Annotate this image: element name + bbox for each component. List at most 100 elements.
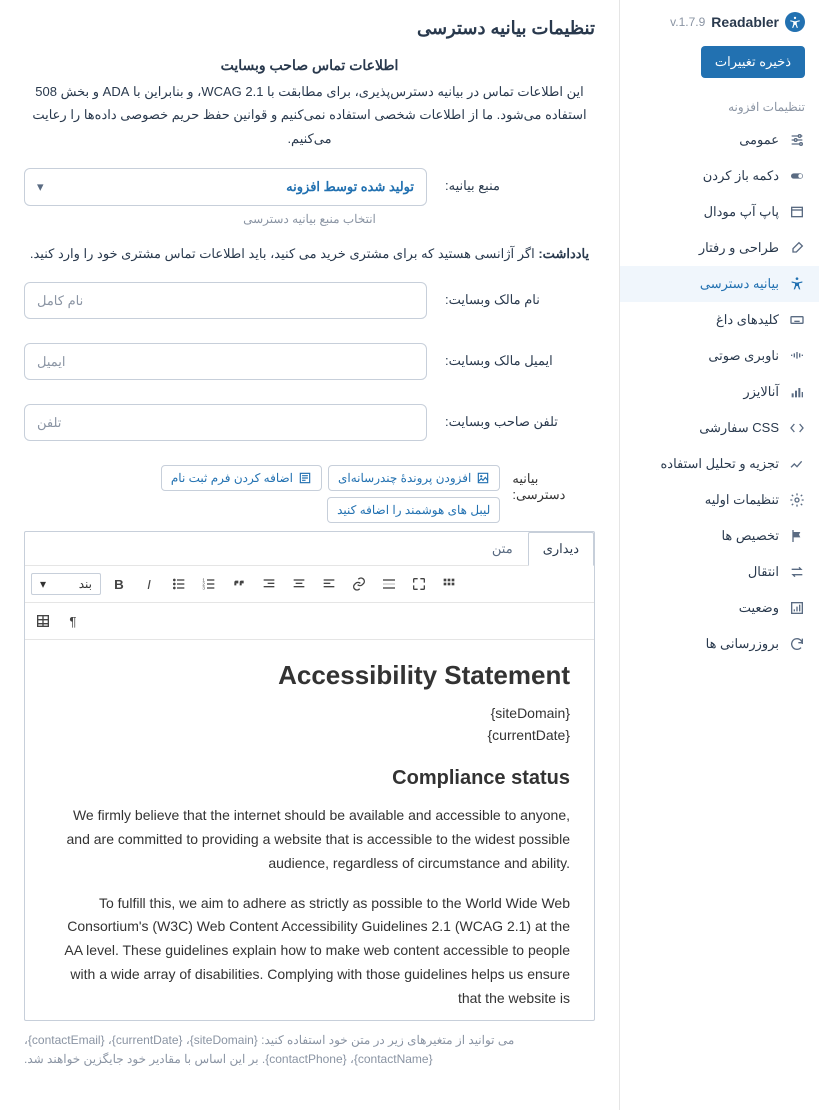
sidebar-item-label: بیانیه دسترسی (700, 276, 779, 292)
svg-text:3: 3 (202, 586, 205, 591)
sidebar-item-label: پاپ آپ مودال (704, 204, 779, 220)
sidebar-item-label: طراحی و رفتار (699, 240, 779, 256)
tab-visual[interactable]: دیداری (528, 532, 594, 566)
sidebar-item-label: دکمه باز کردن (703, 168, 779, 184)
statement-placeholder-domain: {siteDomain} (49, 705, 570, 721)
sidebar-item-label: آنالایزر (743, 384, 779, 400)
editor-body[interactable]: Accessibility Statement {siteDomain} {cu… (25, 640, 594, 1020)
intro-text: این اطلاعات تماس در بیانیه دسترس‌پذیری، … (24, 80, 595, 150)
add-labels-button[interactable]: لیبل های هوشمند را اضافه کنید (327, 497, 500, 523)
window-icon (789, 204, 805, 220)
chevron-down-icon: ▾ (40, 577, 46, 591)
align-right-button[interactable] (257, 572, 281, 596)
contact-heading: اطلاعات تماس صاحب وبسایت (24, 57, 595, 74)
chart-icon (789, 384, 805, 400)
statement-p2: To fulfill this, we aim to adhere as str… (49, 892, 570, 1011)
source-label: منبع بیانیه: (445, 168, 595, 194)
accessibility-badge-icon (785, 12, 805, 32)
sidebar-item-14[interactable]: بروزرسانی ها (620, 626, 819, 662)
owner-email-input[interactable] (24, 343, 427, 380)
editor-toolbar-2: ¶ (25, 603, 594, 640)
trend-icon (789, 456, 805, 472)
bold-button[interactable]: B (107, 572, 131, 596)
sidebar-item-4[interactable]: بیانیه دسترسی (620, 266, 819, 302)
sidebar-item-label: CSS سفارشی (699, 420, 779, 436)
italic-button[interactable]: I (137, 572, 161, 596)
owner-phone-input[interactable] (24, 404, 427, 441)
sidebar: Readabler v.1.7.9 ذخیره تغییرات تنظیمات … (619, 0, 819, 1110)
sidebar-item-10[interactable]: تنظیمات اولیه (620, 482, 819, 518)
owner-name-input[interactable] (24, 282, 427, 319)
sidebar-item-0[interactable]: عمومی (620, 122, 819, 158)
sidebar-section-title: تنظیمات افزونه (620, 94, 819, 122)
owner-email-label: ایمیل مالک وبسایت: (445, 343, 595, 369)
transfer-icon (789, 564, 805, 580)
statement-label: بیانیه دسترسی: (512, 465, 595, 503)
sidebar-item-label: عمومی (739, 132, 779, 148)
note-text: یادداشت: اگر آژانسی هستید که برای مشتری … (24, 246, 595, 262)
sidebar-item-12[interactable]: انتقال (620, 554, 819, 590)
sound-icon (789, 348, 805, 364)
sidebar-item-2[interactable]: پاپ آپ مودال (620, 194, 819, 230)
sidebar-item-1[interactable]: دکمه باز کردن (620, 158, 819, 194)
pilcrow-button[interactable]: ¶ (61, 609, 85, 633)
sidebar-item-label: انتقال (748, 564, 779, 580)
toggle-icon (789, 168, 805, 184)
gear-icon (789, 492, 805, 508)
sidebar-item-8[interactable]: CSS سفارشی (620, 410, 819, 446)
sidebar-item-label: ناوبری صوتی (708, 348, 779, 364)
sidebar-item-label: وضعیت (739, 600, 779, 616)
table-button[interactable] (31, 609, 55, 633)
sidebar-item-11[interactable]: تخصیص ها (620, 518, 819, 554)
toolbar-toggle-button[interactable] (437, 572, 461, 596)
code-icon (789, 420, 805, 436)
brand-name: Readabler (711, 14, 779, 30)
sidebar-item-label: کلیدهای داغ (716, 312, 779, 328)
sidebar-item-9[interactable]: تجزیه و تحلیل استفاده (620, 446, 819, 482)
sidebar-item-7[interactable]: آنالایزر (620, 374, 819, 410)
editor-toolbar-1: بند▾ B I 123 (25, 566, 594, 603)
page-title: تنظیمات بیانیه دسترسی (24, 18, 595, 39)
insert-more-button[interactable] (377, 572, 401, 596)
chevron-down-icon: ▾ (37, 179, 44, 195)
sidebar-item-3[interactable]: طراحی و رفتار (620, 230, 819, 266)
add-media-button[interactable]: افزودن پروندهٔ چندرسانه‌ای (328, 465, 500, 491)
tab-text[interactable]: متن (477, 532, 528, 566)
brand-version: v.1.7.9 (670, 15, 705, 29)
sidebar-item-6[interactable]: ناوبری صوتی (620, 338, 819, 374)
status-icon (789, 600, 805, 616)
statement-h2: Compliance status (49, 767, 570, 790)
media-icon (476, 471, 490, 485)
variables-note: می توانید از متغیرهای زیر در متن خود است… (24, 1031, 595, 1069)
numbered-list-button[interactable]: 123 (197, 572, 221, 596)
sidebar-item-13[interactable]: وضعیت (620, 590, 819, 626)
sidebar-item-label: تجزیه و تحلیل استفاده (660, 456, 779, 472)
owner-phone-label: تلفن صاحب وبسایت: (445, 404, 595, 430)
sidebar-item-5[interactable]: کلیدهای داغ (620, 302, 819, 338)
align-center-button[interactable] (287, 572, 311, 596)
rich-editor: دیداری متن بند▾ B I 123 (24, 531, 595, 1021)
keyboard-icon (789, 312, 805, 328)
statement-placeholder-date: {currentDate} (49, 727, 570, 743)
flag-icon (789, 528, 805, 544)
brush-icon (789, 240, 805, 256)
source-select[interactable]: تولید شده توسط افزونه ▾ (24, 168, 427, 206)
align-left-button[interactable] (317, 572, 341, 596)
form-icon (298, 471, 312, 485)
statement-p1: We firmly believe that the internet shou… (49, 804, 570, 875)
link-button[interactable] (347, 572, 371, 596)
save-button[interactable]: ذخیره تغییرات (701, 46, 805, 78)
statement-h1: Accessibility Statement (49, 660, 570, 691)
sidebar-item-label: تنظیمات اولیه (705, 492, 779, 508)
note-strong: یادداشت: (538, 246, 589, 261)
format-select[interactable]: بند▾ (31, 573, 101, 595)
fullscreen-button[interactable] (407, 572, 431, 596)
owner-name-label: نام مالک وبسایت: (445, 282, 595, 308)
note-body: اگر آژانسی هستید که برای مشتری خرید می ک… (30, 246, 538, 261)
sliders-icon (789, 132, 805, 148)
accessibility-icon (789, 276, 805, 292)
add-form-button[interactable]: اضافه کردن فرم ثبت نام (161, 465, 322, 491)
blockquote-button[interactable] (227, 572, 251, 596)
bullet-list-button[interactable] (167, 572, 191, 596)
refresh-icon (789, 636, 805, 652)
